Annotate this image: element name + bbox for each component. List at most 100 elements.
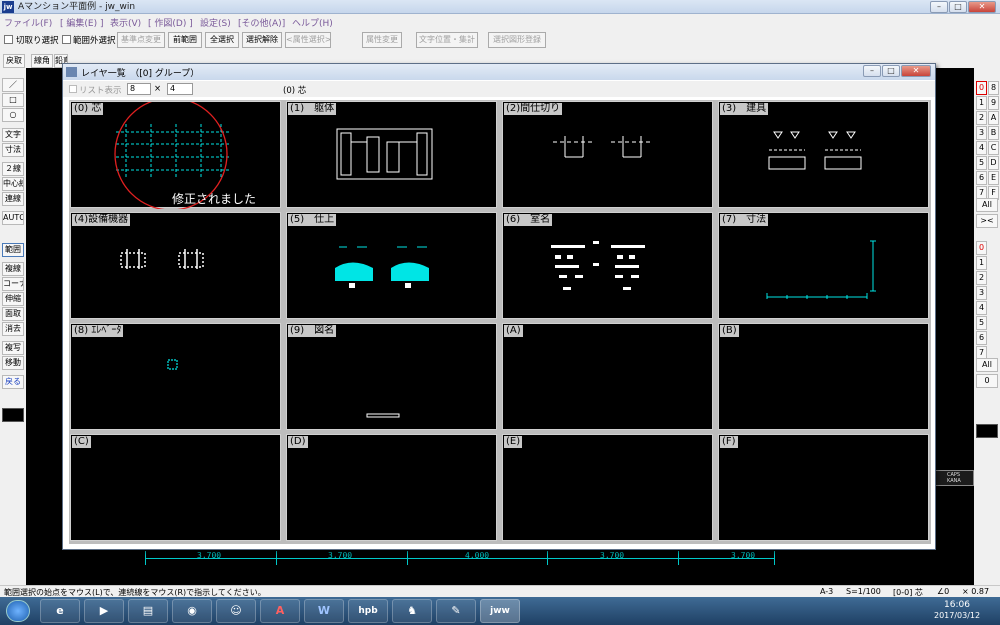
tool-stretch[interactable]: 伸縮 — [2, 292, 24, 306]
layer-5[interactable]: 5 — [976, 156, 987, 170]
undo-tool[interactable]: 戻取 — [3, 54, 25, 68]
attr-select-button[interactable]: <属性選択> — [285, 32, 331, 48]
dialog-maximize-button[interactable]: □ — [882, 65, 900, 77]
list-view-checkbox[interactable] — [69, 85, 77, 93]
layer-6[interactable]: 6 — [976, 171, 987, 185]
layer-cell-d[interactable]: (D) — [286, 434, 497, 541]
menu-settings[interactable]: 設定(S) — [200, 16, 231, 29]
layer-2[interactable]: 2 — [976, 111, 987, 125]
tool-back[interactable]: 戻る — [2, 375, 24, 389]
layer-d[interactable]: D — [988, 156, 999, 170]
tool-circle[interactable]: ○ — [2, 108, 24, 122]
group-all-button[interactable]: All — [976, 358, 998, 372]
layer-group-0[interactable]: 0 — [976, 81, 987, 95]
layer-cell-0[interactable]: (0) 芯 修正されました — [70, 101, 281, 209]
group-1[interactable]: 1 — [976, 256, 987, 270]
dialog-minimize-button[interactable]: – — [863, 65, 881, 77]
layer-cell-5[interactable]: (5) 仕上 — [286, 212, 497, 319]
tool-rect[interactable]: □ — [2, 93, 24, 107]
layer-cell-9[interactable]: (9) 図名 — [286, 323, 497, 430]
layer-cell-c[interactable]: (C) — [70, 434, 281, 541]
layer-e[interactable]: E — [988, 171, 999, 185]
layer-cell-4[interactable]: (4)設備機器 — [70, 212, 281, 319]
taskbar-messenger[interactable]: ☺ — [216, 599, 256, 623]
menu-edit[interactable]: [ 編集(E) ] — [60, 16, 103, 29]
layer-b[interactable]: B — [988, 126, 999, 140]
layer-3[interactable]: 3 — [976, 126, 987, 140]
layer-cell-8[interactable]: (8) ｴﾚﾍﾞｰﾀ — [70, 323, 281, 430]
menu-draw[interactable]: [ 作図(D) ] — [148, 16, 193, 29]
tool-line[interactable]: ／ — [2, 78, 24, 92]
base-point-change-button[interactable]: 基準点変更 — [117, 32, 165, 48]
minimize-button[interactable]: – — [930, 1, 948, 13]
clock-time[interactable]: 16:06 — [944, 600, 970, 610]
tool-erase[interactable]: 消去 — [2, 322, 24, 336]
layer-cell-6[interactable]: (6) 室名 — [502, 212, 713, 319]
columns-input[interactable]: 8 — [127, 83, 151, 95]
tool-range[interactable]: 範囲 — [2, 243, 24, 257]
group-2[interactable]: 2 — [976, 271, 987, 285]
cut-select-checkbox[interactable] — [4, 35, 13, 44]
menu-help[interactable]: ヘルプ(H) — [292, 16, 333, 29]
tool-text[interactable]: 文字 — [2, 128, 24, 142]
layer-swap-button[interactable]: >< — [976, 214, 998, 228]
text-position-button[interactable]: 文字位置・集計 — [416, 32, 478, 48]
layer-cell-2[interactable]: (2)間仕切り — [502, 101, 713, 208]
tool-connect[interactable]: 連線 — [2, 192, 24, 206]
outside-select-checkbox[interactable] — [62, 35, 71, 44]
layer-4[interactable]: 4 — [976, 141, 987, 155]
layer-cell-7[interactable]: (7) 寸法 — [718, 212, 929, 319]
layer-cell-e[interactable]: (E) — [502, 434, 713, 541]
tool-centerline[interactable]: 中心線 — [2, 177, 24, 191]
layer-cell-3[interactable]: (3) 建具 — [718, 101, 929, 208]
layer-cell-1[interactable]: (1) 躯体 — [286, 101, 497, 208]
zoom-indicator[interactable]: × 0.87 — [962, 587, 989, 596]
taskbar-acrobat[interactable]: A — [260, 599, 300, 623]
menu-file[interactable]: ファイル(F) — [4, 16, 52, 29]
tool-copy[interactable]: 複写 — [2, 341, 24, 355]
taskbar-paint[interactable]: ✎ — [436, 599, 476, 623]
layer-cell-f[interactable]: (F) — [718, 434, 929, 541]
group-0[interactable]: 0 — [976, 241, 987, 255]
select-all-button[interactable]: 全選択 — [205, 32, 239, 48]
layer-cell-b[interactable]: (B) — [718, 323, 929, 430]
layer-1[interactable]: 1 — [976, 96, 987, 110]
attr-change-button[interactable]: 属性変更 — [362, 32, 402, 48]
layer-a[interactable]: A — [988, 111, 999, 125]
tool-move[interactable]: 移動 — [2, 356, 24, 370]
menu-other[interactable]: [その他(A)] — [238, 16, 285, 29]
tool-chamfer[interactable]: 面取 — [2, 307, 24, 321]
select-clear-button[interactable]: 選択解除 — [242, 32, 282, 48]
taskbar-explorer[interactable]: ▤ — [128, 599, 168, 623]
tool-double-line[interactable]: ２線 — [2, 162, 24, 176]
layer-c[interactable]: C — [988, 141, 999, 155]
rows-input[interactable]: 4 — [167, 83, 193, 95]
line-attr-tool[interactable]: 線角 — [31, 54, 53, 68]
paper-size[interactable]: A-3 — [820, 587, 833, 596]
prev-range-button[interactable]: 前範囲 — [168, 32, 202, 48]
group-5[interactable]: 5 — [976, 316, 987, 330]
menu-view[interactable]: 表示(V) — [110, 16, 141, 29]
taskbar-jww[interactable]: jww — [480, 599, 520, 623]
taskbar-media[interactable]: ▶ — [84, 599, 124, 623]
close-button[interactable]: ✕ — [968, 1, 996, 13]
scale-indicator[interactable]: S=1/100 — [846, 587, 881, 596]
group-zero-button[interactable]: 0 — [976, 374, 998, 388]
maximize-button[interactable]: □ — [949, 1, 967, 13]
tool-corner[interactable]: コーナー — [2, 277, 24, 291]
taskbar-chrome[interactable]: ◉ — [172, 599, 212, 623]
taskbar-word[interactable]: W — [304, 599, 344, 623]
group-3[interactable]: 3 — [976, 286, 987, 300]
tool-dimension[interactable]: 寸法 — [2, 143, 24, 157]
clock-date[interactable]: 2017/03/12 — [934, 611, 980, 620]
layer-9[interactable]: 9 — [988, 96, 999, 110]
start-button[interactable] — [6, 600, 30, 622]
layer-all-button[interactable]: All — [976, 198, 998, 212]
taskbar-game[interactable]: ♞ — [392, 599, 432, 623]
layer-8[interactable]: 8 — [988, 81, 999, 95]
angle-indicator[interactable]: ∠0 — [937, 587, 949, 596]
dialog-close-button[interactable]: ✕ — [901, 65, 931, 77]
layer-cell-a[interactable]: (A) — [502, 323, 713, 430]
group-4[interactable]: 4 — [976, 301, 987, 315]
tool-auto[interactable]: AUTO — [2, 211, 24, 225]
